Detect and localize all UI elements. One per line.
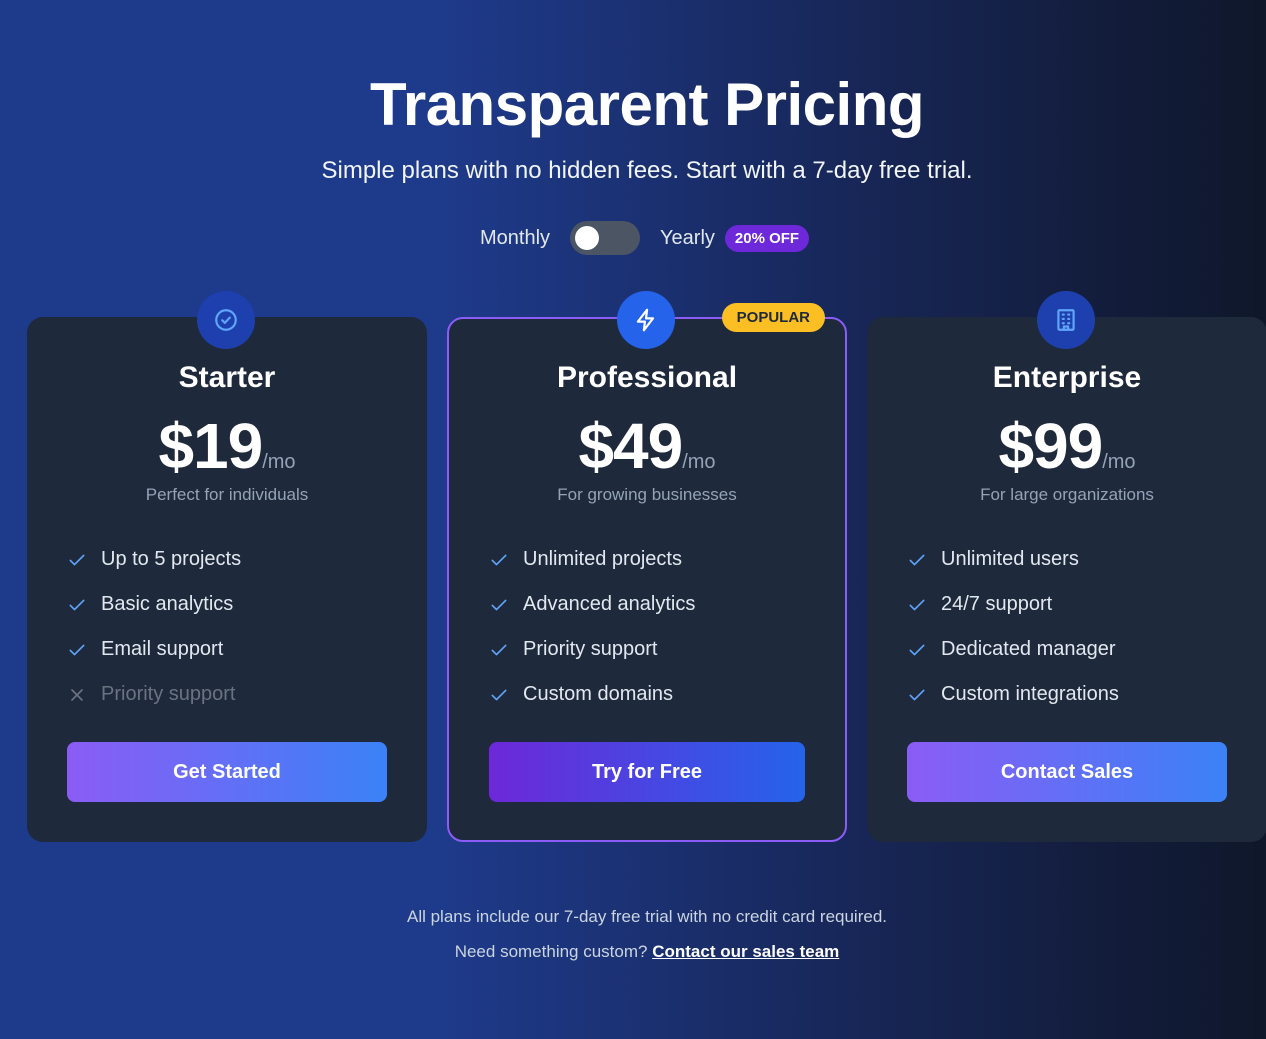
check-circle-icon (197, 291, 255, 349)
feature-item: 24/7 support (907, 582, 1247, 627)
plan-card-professional: POPULAR Professional $49/mo For growing … (447, 291, 847, 842)
feature-item: Custom domains (489, 672, 825, 717)
billing-toggle-group: Monthly Yearly 20% OFF (480, 220, 810, 256)
yearly-label[interactable]: Yearly (660, 227, 715, 250)
check-icon (67, 595, 101, 615)
page-title: Transparent Pricing (370, 71, 925, 138)
feature-text: 24/7 support (941, 593, 1053, 615)
toggle-knob (575, 226, 600, 250)
try-for-free-button[interactable]: Try for Free (489, 742, 805, 802)
check-icon (489, 550, 523, 570)
plan-name: Professional (556, 361, 738, 394)
check-icon (907, 685, 941, 705)
feature-text: Email support (101, 638, 224, 660)
contact-sales-button[interactable]: Contact Sales (907, 742, 1227, 802)
x-icon (67, 685, 101, 705)
billing-toggle[interactable] (570, 221, 641, 255)
building-icon (1037, 291, 1095, 349)
check-icon (489, 640, 523, 660)
get-started-button[interactable]: Get Started (67, 742, 387, 802)
discount-badge: 20% OFF (724, 224, 810, 252)
price-amount: $19 (158, 410, 263, 482)
price-period: /mo (682, 451, 716, 473)
contact-sales-link[interactable]: Contact our sales team (652, 942, 839, 961)
feature-text: Basic analytics (101, 593, 234, 615)
plan-description: For large organizations (980, 485, 1154, 504)
check-icon (907, 640, 941, 660)
feature-text: Custom integrations (941, 683, 1119, 705)
footer-note: All plans include our 7-day free trial w… (406, 907, 888, 926)
feature-text: Unlimited users (941, 548, 1079, 570)
feature-text: Priority support (523, 638, 658, 660)
feature-text: Up to 5 projects (101, 548, 242, 570)
feature-item: Priority support (489, 627, 825, 672)
feature-text: Priority support (101, 683, 236, 705)
plan-price: $49/mo (449, 409, 845, 483)
feature-text: Dedicated manager (941, 638, 1116, 660)
feature-text: Advanced analytics (523, 593, 696, 615)
feature-item: Basic analytics (67, 582, 407, 627)
check-icon (907, 550, 941, 570)
feature-list: Up to 5 projects Basic analytics Email s… (67, 537, 407, 717)
plan-card-enterprise: Enterprise $99/mo For large organization… (867, 291, 1266, 842)
feature-item: Dedicated manager (907, 627, 1247, 672)
feature-item-excluded: Priority support (67, 672, 407, 717)
feature-text: Custom domains (523, 683, 674, 705)
feature-item: Advanced analytics (489, 582, 825, 627)
check-icon (907, 595, 941, 615)
check-icon (67, 550, 101, 570)
feature-list: Unlimited users 24/7 support Dedicated m… (907, 537, 1247, 717)
footer-custom: Need something custom? Contact our sales… (0, 942, 1266, 962)
plan-description: For growing businesses (557, 485, 737, 504)
feature-item: Unlimited projects (489, 537, 825, 582)
plan-name: Starter (178, 361, 276, 394)
price-amount: $99 (998, 410, 1103, 482)
feature-text: Unlimited projects (523, 548, 682, 570)
plan-description: Perfect for individuals (145, 485, 309, 504)
check-icon (489, 595, 523, 615)
price-period: /mo (1102, 451, 1136, 473)
plan-name: Enterprise (992, 361, 1142, 394)
feature-item: Unlimited users (907, 537, 1247, 582)
feature-item: Up to 5 projects (67, 537, 407, 582)
monthly-label[interactable]: Monthly (480, 227, 550, 250)
plan-card-starter: Starter $19/mo Perfect for individuals U… (27, 291, 427, 842)
check-icon (67, 640, 101, 660)
price-amount: $49 (578, 410, 683, 482)
plan-price: $99/mo (867, 409, 1266, 483)
feature-item: Custom integrations (907, 672, 1247, 717)
check-icon (489, 685, 523, 705)
feature-item: Email support (67, 627, 407, 672)
plan-price: $19/mo (27, 409, 427, 483)
page-subtitle: Simple plans with no hidden fees. Start … (321, 157, 973, 184)
lightning-icon (617, 291, 675, 349)
feature-list: Unlimited projects Advanced analytics Pr… (489, 537, 825, 717)
price-period: /mo (262, 451, 296, 473)
footer-custom-prefix: Need something custom? (454, 942, 648, 961)
popular-badge: POPULAR (721, 303, 825, 332)
